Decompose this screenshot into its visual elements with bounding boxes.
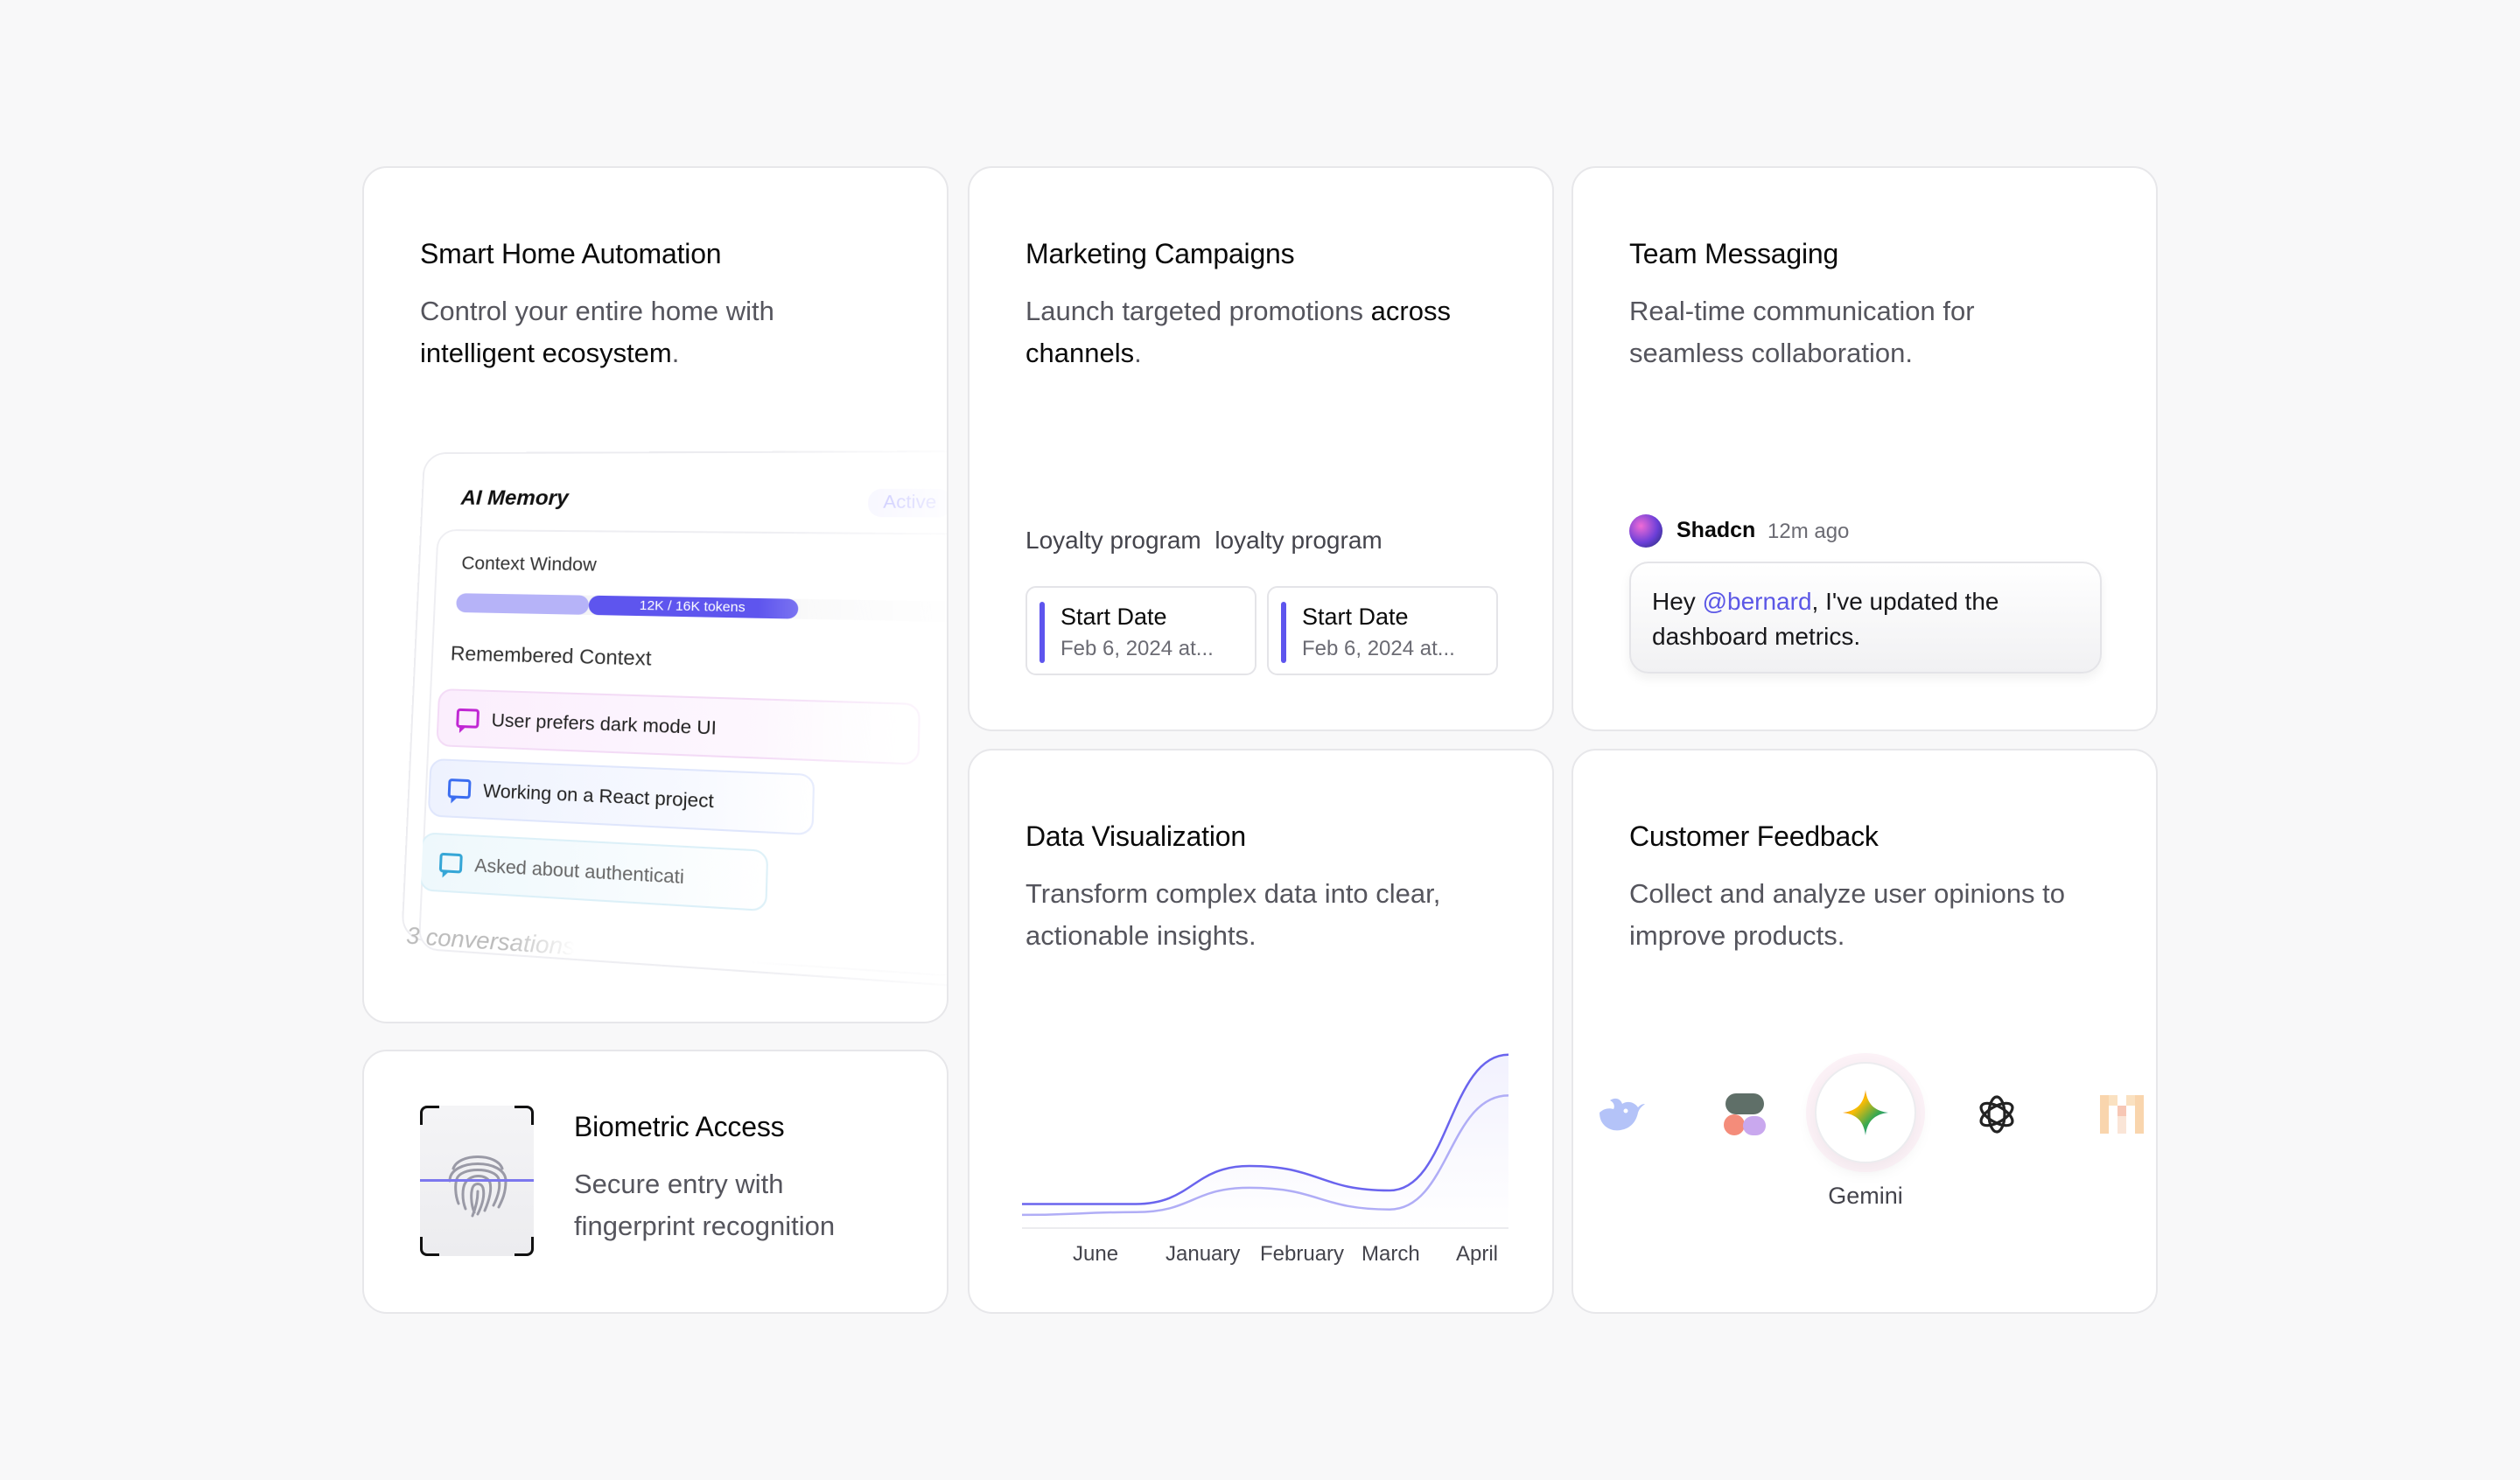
message-text: Hey (1652, 588, 1703, 615)
card-description: Secure entry with fingerprint recognitio… (574, 1163, 835, 1247)
message-author[interactable]: Shadcn (1676, 518, 1755, 543)
message-bubble: Hey @bernard, I've updated the dashboard… (1629, 562, 2102, 674)
chart-area (1022, 1055, 1508, 1228)
fingerprint-scanner (420, 1106, 534, 1256)
desc-text: Launch targeted promotions (1026, 296, 1363, 326)
card-description: Launch targeted promotions across channe… (1026, 290, 1552, 374)
scanner-corner (514, 1106, 534, 1125)
card-title: Biometric Access (574, 1111, 784, 1143)
desc-end: . (1134, 338, 1142, 368)
desc-line: fingerprint recognition (574, 1211, 835, 1241)
memory-title: AI Memory (460, 486, 569, 511)
card-description: Collect and analyze user opinions to imp… (1629, 873, 2065, 957)
memory-item-text: Working on a React project (483, 781, 714, 813)
date-value: Feb 6, 2024 at... (1302, 637, 1455, 661)
start-date-card[interactable]: Start Date Feb 6, 2024 at... (1026, 586, 1256, 675)
context-panel: Context Window 12K / 16K tokens Remember… (418, 529, 948, 988)
scanner-corner (514, 1237, 534, 1256)
remembered-context-label: Remembered Context (450, 642, 652, 671)
smart-home-card: Smart Home Automation Control your entir… (362, 166, 948, 1023)
gemini-logo-button[interactable] (1815, 1062, 1916, 1163)
desc-line: Collect and analyze user opinions to (1629, 878, 2065, 909)
memory-item-text: Asked about authenticati (474, 855, 684, 888)
desc-line: Real-time communication for (1629, 296, 1975, 326)
desc-line: improve products. (1629, 920, 1844, 951)
card-title: Customer Feedback (1629, 820, 1879, 853)
card-title: Team Messaging (1629, 238, 1838, 270)
desc-line: Transform complex data into clear, (1026, 878, 1440, 909)
context-window-label: Context Window (461, 554, 597, 576)
card-description: Transform complex data into clear, actio… (1026, 873, 1440, 957)
deepseek-icon[interactable] (1591, 1086, 1647, 1142)
context-progress-bar: 12K / 16K tokens (456, 593, 948, 622)
desc-text: Control your entire home with (420, 296, 774, 326)
memory-item-text: User prefers dark mode UI (491, 710, 717, 739)
message-icon (456, 709, 480, 729)
card-title: Marketing Campaigns (1026, 238, 1294, 270)
card-description: Control your entire home with intelligen… (420, 290, 774, 374)
scanner-corner (420, 1106, 439, 1125)
biometric-card: Biometric Access Secure entry with finge… (362, 1050, 948, 1314)
desc-end: . (672, 338, 680, 368)
desc-bold: intelligent ecosystem (420, 338, 672, 368)
start-date-card[interactable]: Start Date Feb 6, 2024 at... (1267, 586, 1498, 675)
ai-memory-panel: AI Memory Active Context Window 12K / 16… (398, 450, 948, 1023)
x-tick-label: June (1073, 1242, 1118, 1267)
line-chart (1022, 1013, 1508, 1240)
x-tick-label: February (1260, 1242, 1344, 1267)
x-tick-label: January (1166, 1242, 1240, 1267)
token-count: 12K / 16K tokens (588, 596, 798, 619)
memory-item[interactable]: User prefers dark mode UI (436, 688, 920, 765)
date-title: Start Date (1060, 604, 1167, 631)
desc-line: Secure entry with (574, 1169, 784, 1199)
x-tick-label: March (1362, 1242, 1420, 1267)
date-title: Start Date (1302, 604, 1409, 631)
date-value: Feb 6, 2024 at... (1060, 637, 1214, 661)
desc-line: actionable insights. (1026, 920, 1256, 951)
team-messaging-card: Team Messaging Real-time communication f… (1572, 166, 2158, 731)
desc-line: seamless collaboration. (1629, 338, 1913, 368)
card-title: Smart Home Automation (420, 238, 721, 270)
status-badge: Active (867, 489, 948, 518)
avatar[interactable] (1629, 514, 1662, 548)
shapes-icon[interactable] (1717, 1086, 1773, 1142)
x-tick-label: April (1456, 1242, 1498, 1267)
message-icon (448, 778, 472, 799)
memory-item[interactable]: Asked about authenticati (419, 832, 769, 911)
user-mention[interactable]: @bernard (1703, 588, 1812, 615)
selected-logo-label: Gemini (1815, 1183, 1916, 1210)
customer-feedback-card: Customer Feedback Collect and analyze us… (1572, 749, 2158, 1314)
mistral-icon[interactable] (2095, 1086, 2151, 1142)
gemini-icon (1841, 1088, 1890, 1137)
accent-bar (1040, 602, 1045, 663)
message-icon (439, 853, 463, 874)
progress-segment (456, 593, 589, 615)
accent-bar (1281, 602, 1286, 663)
scanner-corner (420, 1237, 439, 1256)
scan-line (420, 1179, 534, 1182)
loyalty-program-label: Loyalty program loyalty program (1026, 527, 1382, 555)
message-timestamp: 12m ago (1768, 520, 1849, 544)
marketing-card: Marketing Campaigns Launch targeted prom… (968, 166, 1554, 731)
openai-icon[interactable] (1969, 1086, 2025, 1142)
card-description: Real-time communication for seamless col… (1629, 290, 1975, 374)
memory-item[interactable]: Working on a React project (428, 758, 816, 835)
card-title: Data Visualization (1026, 820, 1246, 853)
data-visualization-card: Data Visualization Transform complex dat… (968, 749, 1554, 1314)
